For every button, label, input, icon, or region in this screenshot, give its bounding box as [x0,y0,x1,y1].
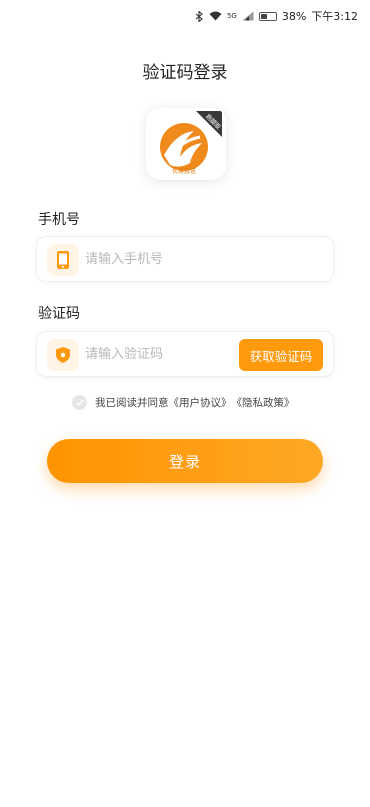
wifi-icon [209,11,222,21]
battery-percent: 38% [281,9,307,23]
battery-icon [258,11,277,21]
code-field[interactable]: 获取验证码 [36,331,334,377]
signal-icon [242,11,254,21]
shield-icon [47,339,79,371]
code-input[interactable] [85,332,235,376]
logo-graphic: 跑腿版 优易急送 [160,111,222,175]
page-title: 验证码登录 [142,63,228,83]
code-label: 验证码 [38,306,80,322]
check-icon [75,399,84,406]
agree-checkbox[interactable] [72,394,87,410]
svg-text:优易急送: 优易急送 [172,167,196,175]
bluetooth-icon [195,10,204,22]
phone-icon [47,244,79,276]
clock: 下午3:12 [311,10,358,23]
user-agreement-link[interactable]: 《用户协议》 [169,395,232,410]
privacy-policy-link[interactable]: 《隐私政策》 [232,395,295,410]
login-button[interactable]: 登录 [47,439,323,483]
app-logo: 跑腿版 优易急送 [146,108,226,180]
agreement-row: 我已阅读并同意 《用户协议》 《隐私政策》 [72,393,332,411]
phone-input[interactable] [85,237,235,281]
phone-field[interactable] [36,236,334,282]
status-bar: 5G 38% 下午3:12 [0,0,370,32]
agreement-text: 我已阅读并同意 [95,396,169,409]
phone-label: 手机号 [38,212,80,228]
get-code-button[interactable]: 获取验证码 [239,339,323,371]
network-5g-icon: 5G [226,11,237,20]
